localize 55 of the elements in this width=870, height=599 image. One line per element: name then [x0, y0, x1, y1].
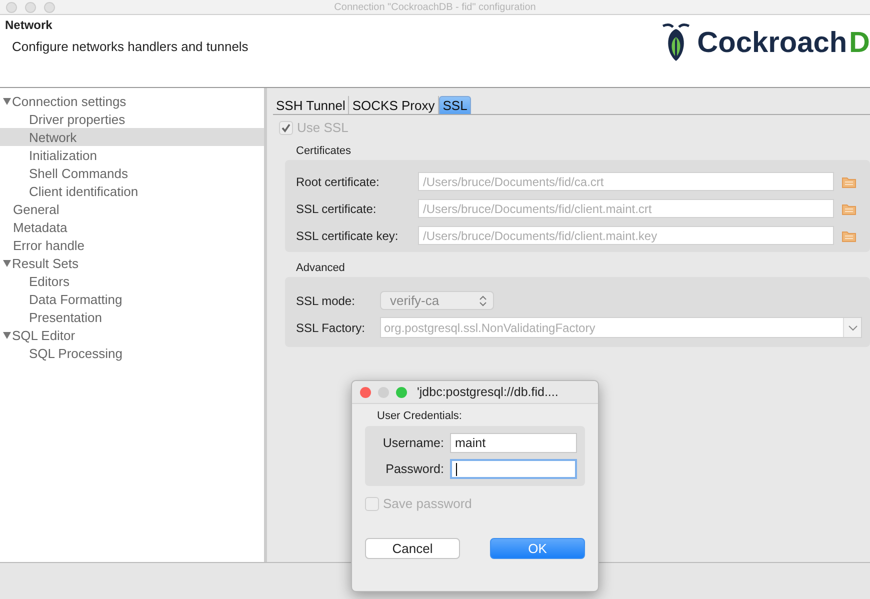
window-button-icon[interactable] [396, 386, 407, 398]
tree-item[interactable]: Client identification [0, 182, 264, 200]
tree-item[interactable]: Driver properties [0, 110, 264, 128]
tree-item[interactable]: Shell Commands [0, 164, 264, 182]
logo-text: Cockroach [697, 26, 848, 60]
disclosure-triangle-icon[interactable] [3, 98, 11, 104]
tree-item[interactable]: Error handle [0, 236, 264, 254]
folder-icon[interactable] [842, 202, 856, 214]
window-button-icon[interactable] [6, 2, 17, 13]
tree-item[interactable]: SQL Processing [0, 344, 264, 362]
field-label: SSL certificate: [296, 202, 378, 216]
tree-item[interactable]: Editors [0, 272, 264, 290]
field-label: SSL Factory: [296, 320, 366, 334]
cockroach-logo-icon [661, 23, 692, 63]
disclosure-triangle-icon[interactable] [3, 260, 11, 266]
window-button-icon[interactable] [25, 2, 36, 13]
dropdown[interactable]: verify-ca [380, 291, 494, 310]
window-button-icon[interactable] [378, 386, 389, 398]
window-button-icon[interactable] [360, 386, 371, 398]
checkbox-label: Save password [383, 496, 472, 511]
tree-item[interactable]: Data Formatting [0, 290, 264, 308]
ok-button[interactable]: OK [490, 538, 585, 559]
field-label: Username: [382, 436, 444, 450]
tree-item[interactable]: General [0, 200, 264, 218]
field-label: SSL certificate key: [296, 228, 400, 242]
disclosure-triangle-icon[interactable] [3, 332, 11, 338]
tree-item[interactable]: SQL Editor [0, 326, 264, 344]
folder-icon[interactable] [842, 230, 856, 242]
group-title: User Credentials: [377, 410, 463, 422]
field-label: Root certificate: [296, 174, 380, 188]
tree-item[interactable]: Metadata [0, 218, 264, 236]
tab[interactable]: SSL [438, 96, 472, 114]
folder-icon[interactable] [842, 176, 856, 188]
tree-item[interactable]: Connection settings [0, 92, 264, 110]
password-field[interactable] [450, 459, 577, 479]
window-button-icon[interactable] [44, 2, 55, 13]
dialog-title: 'jdbc:postgresql://db.fid.... [417, 385, 558, 399]
group-title: Advanced [296, 262, 346, 274]
tree-item[interactable]: Initialization [0, 146, 264, 164]
tab[interactable]: SSH Tunnel [273, 96, 350, 114]
tree-item[interactable]: Result Sets [0, 254, 264, 272]
field-label: SSL mode: [296, 294, 356, 308]
field-label: Password: [384, 462, 444, 476]
page-title: Network [5, 18, 54, 32]
window-title: Connection "CockroachDB - fid" configuration [334, 2, 536, 12]
group-title: Certificates [296, 145, 352, 157]
logo-text: D [849, 26, 870, 60]
chevron-down-icon [848, 324, 858, 330]
page-description: Configure networks handlers and tunnels [12, 39, 248, 54]
tree-item[interactable]: Presentation [0, 308, 264, 326]
cancel-button[interactable]: Cancel [365, 538, 460, 559]
tree-item[interactable]: Network [0, 128, 264, 146]
up-down-arrows-icon [479, 294, 487, 306]
checkbox-label: Use SSL [297, 120, 348, 135]
username-field[interactable]: maint [450, 433, 577, 453]
